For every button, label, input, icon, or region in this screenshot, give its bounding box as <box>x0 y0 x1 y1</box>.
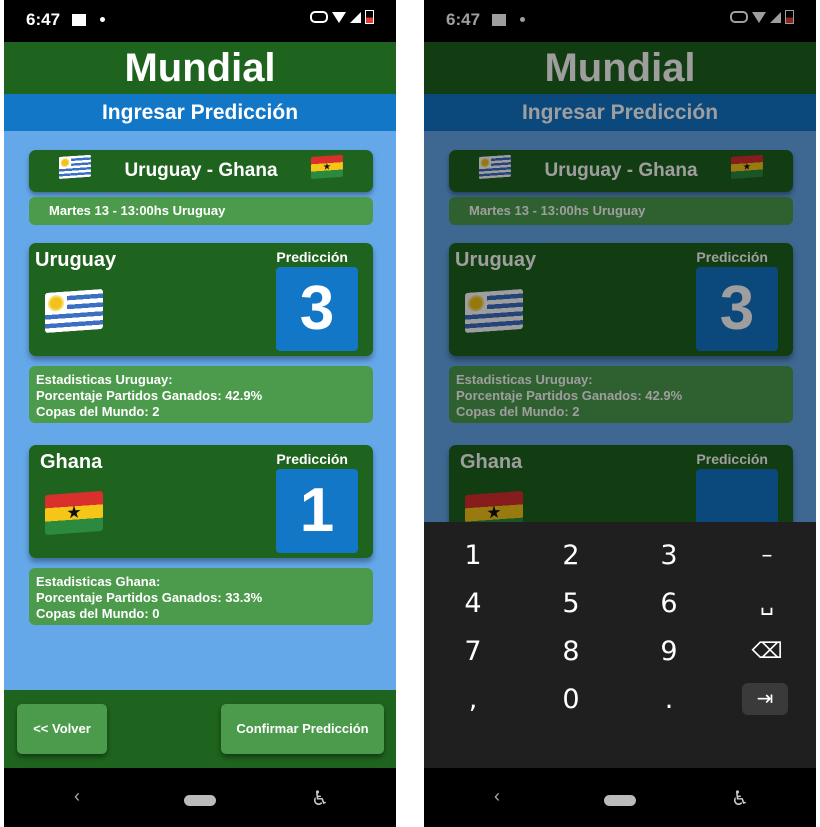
key-minus[interactable]: – <box>718 532 816 580</box>
vpn-key-icon <box>310 11 328 23</box>
ghana-flag-small: ★ <box>311 154 369 197</box>
notification-dot-icon <box>100 17 105 22</box>
battery-icon <box>365 10 374 24</box>
prediction-label: Predicción <box>276 451 348 467</box>
back-nav-icon[interactable]: ‹ <box>74 786 80 807</box>
status-icons <box>310 10 374 24</box>
home-nav-icon[interactable] <box>184 795 216 806</box>
image-icon <box>72 14 86 26</box>
match-date: Martes 13 - 13:00hs Uruguay <box>29 197 373 225</box>
phone-screen-keyboard: 6:47 Mundial Ingresar Predicción Uruguay… <box>424 0 816 827</box>
team-name: Ghana <box>40 451 103 473</box>
uruguay-flag-icon <box>45 288 103 334</box>
stats-win-percentage: Porcentaje Partidos Ganados: 42.9% <box>36 388 263 403</box>
uruguay-flag <box>45 288 103 334</box>
uruguay-flag-icon <box>59 154 91 179</box>
key-9[interactable]: 9 <box>620 628 718 676</box>
numeric-keyboard: 1 2 3 – 4 5 6 ␣ 7 8 9 ⌫ , 0 . ⇥ <box>424 522 816 768</box>
stats-world-cups: Copas del Mundo: 0 <box>36 606 160 621</box>
accessibility-icon[interactable]: ♿ <box>731 786 749 811</box>
stats-uruguay: Estadisticas Uruguay: Porcentaje Partido… <box>29 366 373 423</box>
accessibility-icon[interactable]: ♿ <box>311 786 329 811</box>
stats-win-percentage: Porcentaje Partidos Ganados: 33.3% <box>36 590 263 605</box>
team-name: Uruguay <box>35 249 117 271</box>
backspace-icon[interactable]: ⌫ <box>718 628 816 676</box>
confirm-prediction-button[interactable]: Confirmar Predicción <box>221 704 384 754</box>
key-6[interactable]: 6 <box>620 580 718 628</box>
app-title: Mundial <box>4 42 396 94</box>
prediction-input-ghana[interactable]: 1 <box>276 469 358 553</box>
key-1[interactable]: 1 <box>424 532 522 580</box>
team-card-ghana: Ghana ★ Predicción 1 <box>29 445 373 558</box>
stats-world-cups: Copas del Mundo: 2 <box>36 404 160 419</box>
wifi-icon <box>332 11 346 23</box>
key-comma[interactable]: , <box>424 676 522 724</box>
key-0[interactable]: 0 <box>522 676 620 724</box>
back-button[interactable]: << Volver <box>17 704 107 754</box>
prediction-input-uruguay[interactable]: 3 <box>276 267 358 351</box>
key-2[interactable]: 2 <box>522 532 620 580</box>
key-8[interactable]: 8 <box>522 628 620 676</box>
ghana-flag-icon: ★ <box>45 490 103 536</box>
system-nav-bar: ‹ ♿ <box>424 768 816 827</box>
space-key-icon[interactable]: ␣ <box>718 580 816 628</box>
key-period[interactable]: . <box>620 676 718 724</box>
team-card-uruguay: Uruguay Predicción 3 <box>29 243 373 356</box>
uruguay-flag-small <box>59 154 117 197</box>
key-3[interactable]: 3 <box>620 532 718 580</box>
screen-subtitle: Ingresar Predicción <box>4 94 396 131</box>
match-title: Uruguay - Ghana <box>124 160 278 181</box>
back-nav-icon[interactable]: ‹ <box>494 786 500 807</box>
key-7[interactable]: 7 <box>424 628 522 676</box>
key-4[interactable]: 4 <box>424 580 522 628</box>
system-nav-bar: ‹ ♿ <box>4 768 396 827</box>
status-bar: 6:47 <box>4 0 396 42</box>
next-field-icon[interactable]: ⇥ <box>742 683 788 715</box>
stats-heading: Estadisticas Ghana: <box>36 574 161 589</box>
bottom-action-bar: << Volver Confirmar Predicción <box>4 690 396 768</box>
prediction-label: Predicción <box>276 249 348 265</box>
home-nav-icon[interactable] <box>604 795 636 806</box>
phone-screen-prediction: 6:47 Mundial Ingresar Predicción Uruguay… <box>4 0 396 827</box>
ghana-flag: ★ <box>45 490 103 536</box>
stats-heading: Estadisticas Uruguay: <box>36 372 173 387</box>
key-5[interactable]: 5 <box>522 580 620 628</box>
status-time: 6:47 <box>26 10 61 29</box>
ghana-flag-icon: ★ <box>311 154 343 179</box>
signal-icon <box>350 11 361 23</box>
stats-ghana: Estadisticas Ghana: Porcentaje Partidos … <box>29 568 373 625</box>
match-header: Uruguay - Ghana ★ <box>29 150 373 192</box>
app-screen: Mundial Ingresar Predicción Uruguay - Gh… <box>4 42 396 768</box>
